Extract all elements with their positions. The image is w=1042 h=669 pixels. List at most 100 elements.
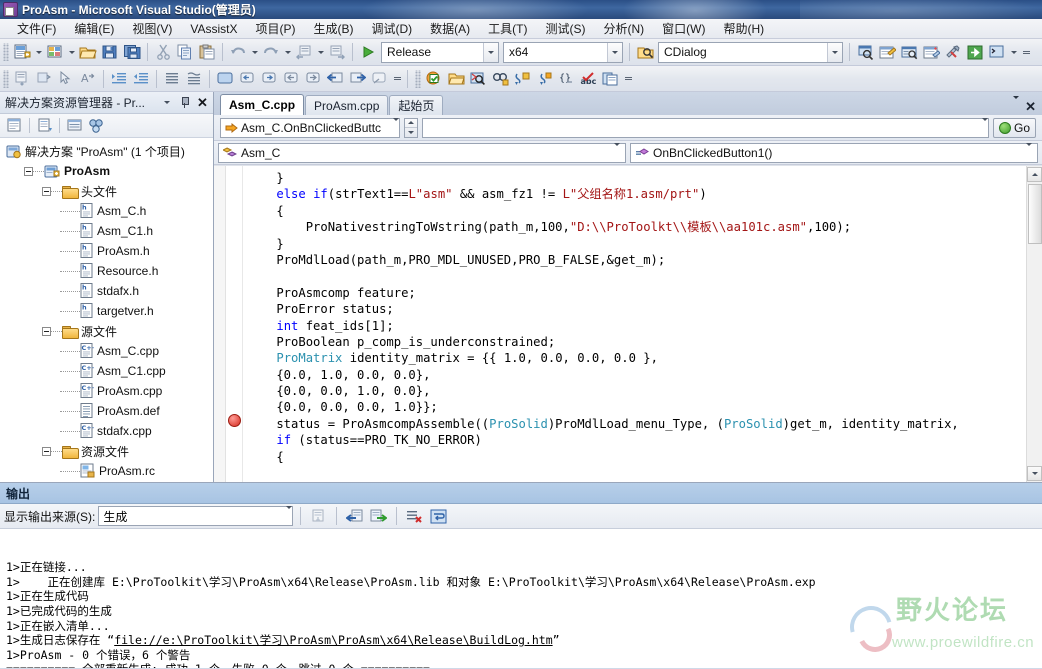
output-source-dropdown-icon[interactable] [286,506,293,523]
menu-item-vassistx[interactable]: VAssistX [181,20,246,38]
clear-bookmarks-icon[interactable] [368,68,390,90]
comment-selection-icon[interactable] [11,68,33,90]
breakpoint-icon[interactable] [228,414,241,427]
tab-close-icon[interactable]: ✕ [1025,100,1036,113]
menu-item-project[interactable]: 项目(P) [246,18,304,39]
platform-dropdown-icon[interactable] [607,42,622,62]
command-window-dropdown-icon[interactable] [1008,41,1019,63]
close-icon[interactable]: ✕ [195,95,210,110]
select-tool-icon[interactable] [55,68,77,90]
class-view-icon[interactable] [86,116,107,136]
tab-proasm-cpp[interactable]: ProAsm.cpp [305,95,389,115]
spinner-down-icon[interactable] [405,128,417,137]
symbol-spinner[interactable] [404,117,418,138]
tree-item-[interactable]: 资源文件 [0,441,213,461]
find-in-files-icon[interactable] [634,41,656,63]
navigate-back-dropdown-icon[interactable] [315,41,326,63]
undo-dropdown-icon[interactable] [249,41,260,63]
add-item-icon[interactable] [44,41,66,63]
tree-item-Asm_C.h[interactable]: h Asm_C.h [0,201,213,221]
toolbar-grip-2[interactable] [3,69,9,88]
open-file-icon[interactable] [77,41,99,63]
tree-item-ProAsm.rc[interactable]: ProAsm.rc [0,461,213,481]
uncomment-selection-icon[interactable] [33,68,55,90]
tree-item-stdafx.h[interactable]: h stdafx.h [0,281,213,301]
step-back-icon[interactable] [324,68,346,90]
properties-window-icon[interactable] [876,41,898,63]
vassist-spellcheck-icon[interactable]: abc [577,68,599,90]
solution-explorer-window-icon[interactable] [854,41,876,63]
toolbar3-overflow-button[interactable] [623,67,634,91]
export-template-icon[interactable] [964,41,986,63]
new-project-icon[interactable] [11,41,33,63]
properties-icon[interactable] [4,116,25,136]
tree-item-ProAsm.def[interactable]: ProAsm.def [0,401,213,421]
increase-indent-icon[interactable] [108,68,130,90]
start-debug-icon[interactable] [357,41,379,63]
vassist-find-symbol-icon[interactable] [467,68,489,90]
paste-icon[interactable] [196,41,218,63]
find-symbol-icon[interactable]: A [77,68,99,90]
comment-block-icon[interactable] [161,68,183,90]
navigate-back-icon[interactable] [293,41,315,63]
tab-start-page[interactable]: 起始页 [389,95,444,115]
vassist-paste-history-icon[interactable] [599,68,621,90]
view-code-icon[interactable] [64,116,85,136]
tree-collapse-icon[interactable] [42,186,51,196]
show-all-files-icon[interactable] [34,116,55,136]
menu-item-view[interactable]: 视图(V) [123,18,181,39]
save-all-icon[interactable] [121,41,143,63]
undo-icon[interactable] [227,41,249,63]
tree-item-Asm_C.cpp[interactable]: C++Asm_C.cpp [0,341,213,361]
format-document-icon[interactable] [183,68,205,90]
symbol-combo-dropdown-icon[interactable] [393,117,399,135]
class-combo-dropdown-icon[interactable] [827,42,842,62]
menu-item-debug[interactable]: 调试(D) [362,18,421,39]
build-log-link[interactable]: file://e:\ProToolkit\学习\ProAsm\ProAsm\x6… [114,633,552,647]
code-editor[interactable]: } else if(strText1==L"asm" && asm_fz1 !=… [214,165,1042,482]
output-list-icon[interactable] [308,506,329,526]
tree-item-targetver.h[interactable]: h targetver.h [0,301,213,321]
platform-combo[interactable]: x64 [503,41,623,63]
class-combo[interactable]: CDialog [658,41,843,63]
vassist-open-folder-icon[interactable] [445,68,467,90]
toolbar2-overflow-button[interactable] [392,67,403,91]
redo-dropdown-icon[interactable] [282,41,293,63]
menu-item-test[interactable]: 测试(S) [536,18,594,39]
decrease-indent-icon[interactable] [130,68,152,90]
save-icon[interactable] [99,41,121,63]
output-source-combo[interactable]: 生成 [98,506,294,526]
member-selector-dropdown-icon[interactable] [1026,142,1037,160]
redo-icon[interactable] [260,41,282,63]
vassist-rename-icon[interactable] [533,68,555,90]
menu-item-tools[interactable]: 工具(T) [479,18,536,39]
menu-item-help[interactable]: 帮助(H) [714,18,773,39]
tree-item-ProAsm[interactable]: ProAsm [0,161,213,181]
chevron-down-icon[interactable] [159,95,174,110]
tree-collapse-icon[interactable] [24,166,33,176]
menu-item-build[interactable]: 生成(B) [304,18,362,39]
menu-item-edit[interactable]: 编辑(E) [65,18,123,39]
output-text[interactable]: 1>正在链接... 1> 正在创建库 E:\ProToolkit\学习\ProAs… [0,529,1042,668]
tree-item-Resource.h[interactable]: h Resource.h [0,261,213,281]
menu-item-analyze[interactable]: 分析(N) [594,18,653,39]
tree-item-stdafx.cpp[interactable]: C++stdafx.cpp [0,421,213,441]
symbol-combo[interactable]: Asm_C.OnBnClickedButtc [220,117,400,138]
tab-list-dropdown-icon[interactable] [1013,96,1020,113]
cut-icon[interactable] [152,41,174,63]
editor-vertical-scrollbar[interactable] [1026,166,1042,482]
class-selector-dropdown-icon[interactable] [614,142,625,160]
toggle-bookmark-icon[interactable] [214,68,236,90]
tab-asm-c-cpp[interactable]: Asm_C.cpp [220,94,305,115]
pin-icon[interactable] [177,95,192,110]
menu-item-data[interactable]: 数据(A) [421,18,479,39]
tree-collapse-icon[interactable] [42,326,51,336]
scroll-down-icon[interactable] [1027,466,1042,481]
navigate-forward-icon[interactable] [326,41,348,63]
clear-output-icon[interactable] [404,506,425,526]
configuration-combo[interactable]: Release [381,41,499,63]
prev-bookmark-folder-icon[interactable] [280,68,302,90]
tree-item-Asm_C1.h[interactable]: h Asm_C1.h [0,221,213,241]
copy-icon[interactable] [174,41,196,63]
tree-collapse-icon[interactable] [42,446,51,456]
